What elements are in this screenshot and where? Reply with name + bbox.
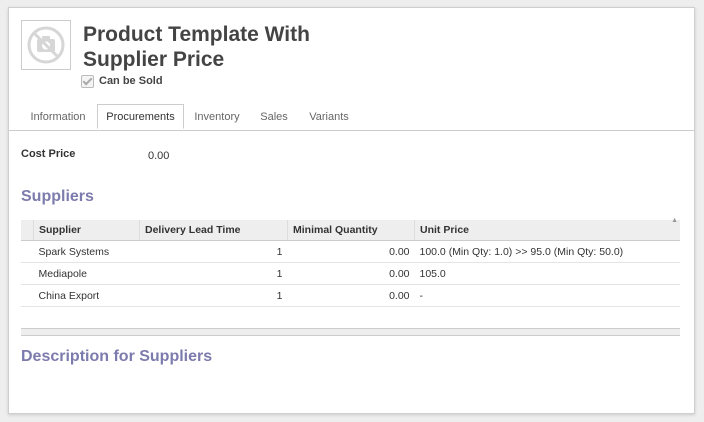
table-row[interactable]: Spark Systems 1 0.00 100.0 (Min Qty: 1.0… bbox=[21, 240, 680, 263]
cell-supplier: China Export bbox=[33, 284, 140, 307]
cell-lead-time: 1 bbox=[139, 284, 288, 307]
table-row[interactable]: China Export 1 0.00 - bbox=[21, 284, 680, 307]
no-image-camera-icon bbox=[27, 26, 65, 64]
cell-min-qty: 0.00 bbox=[287, 240, 415, 263]
table-row[interactable]: Mediapole 1 0.00 105.0 bbox=[21, 262, 680, 285]
suppliers-table: ▲ Supplier Delivery Lead Time Minimal Qu… bbox=[21, 217, 680, 336]
tab-sales[interactable]: Sales bbox=[254, 105, 294, 129]
cell-supplier: Mediapole bbox=[33, 262, 140, 285]
description-for-suppliers-title: Description for Suppliers bbox=[21, 348, 213, 365]
cost-price-value: 0.00 bbox=[148, 150, 170, 162]
cell-supplier: Spark Systems bbox=[33, 240, 140, 263]
can-be-sold-label: Can be Sold bbox=[99, 74, 163, 87]
column-header-unit-price[interactable]: Unit Price bbox=[414, 220, 680, 241]
can-be-sold-field[interactable]: Can be Sold bbox=[81, 74, 163, 88]
tab-information[interactable]: Information bbox=[20, 105, 96, 129]
cell-unit-price: - bbox=[414, 284, 680, 307]
column-header-minimal-quantity[interactable]: Minimal Quantity bbox=[287, 220, 415, 241]
table-header-row: Supplier Delivery Lead Time Minimal Quan… bbox=[21, 220, 680, 241]
row-handle bbox=[21, 240, 34, 263]
cell-lead-time: 1 bbox=[139, 262, 288, 285]
cost-price-label: Cost Price bbox=[21, 148, 76, 160]
table-footer bbox=[21, 328, 680, 336]
row-handle bbox=[21, 262, 34, 285]
column-resize-icon: ▲ bbox=[671, 217, 678, 224]
tab-procurements[interactable]: Procurements bbox=[97, 104, 184, 129]
column-header-delivery-lead-time[interactable]: Delivery Lead Time bbox=[139, 220, 288, 241]
row-handle bbox=[21, 284, 34, 307]
cell-min-qty: 0.00 bbox=[287, 262, 415, 285]
product-title: Product Template With Supplier Price bbox=[83, 23, 310, 71]
suppliers-section-title: Suppliers bbox=[21, 188, 94, 205]
form-sheet: Product Template With Supplier Price Can… bbox=[8, 7, 695, 414]
cell-unit-price: 105.0 bbox=[414, 262, 680, 285]
cell-lead-time: 1 bbox=[139, 240, 288, 263]
tab-inventory[interactable]: Inventory bbox=[190, 105, 244, 129]
tab-variants[interactable]: Variants bbox=[303, 105, 355, 129]
can-be-sold-checkbox[interactable] bbox=[81, 75, 94, 88]
product-image[interactable] bbox=[21, 20, 71, 70]
notebook-tabs: Information Procurements Inventory Sales… bbox=[9, 104, 694, 131]
row-select-header bbox=[21, 220, 34, 241]
column-header-supplier[interactable]: Supplier bbox=[33, 220, 140, 241]
cell-min-qty: 0.00 bbox=[287, 284, 415, 307]
cell-unit-price: 100.0 (Min Qty: 1.0) >> 95.0 (Min Qty: 5… bbox=[414, 240, 680, 263]
